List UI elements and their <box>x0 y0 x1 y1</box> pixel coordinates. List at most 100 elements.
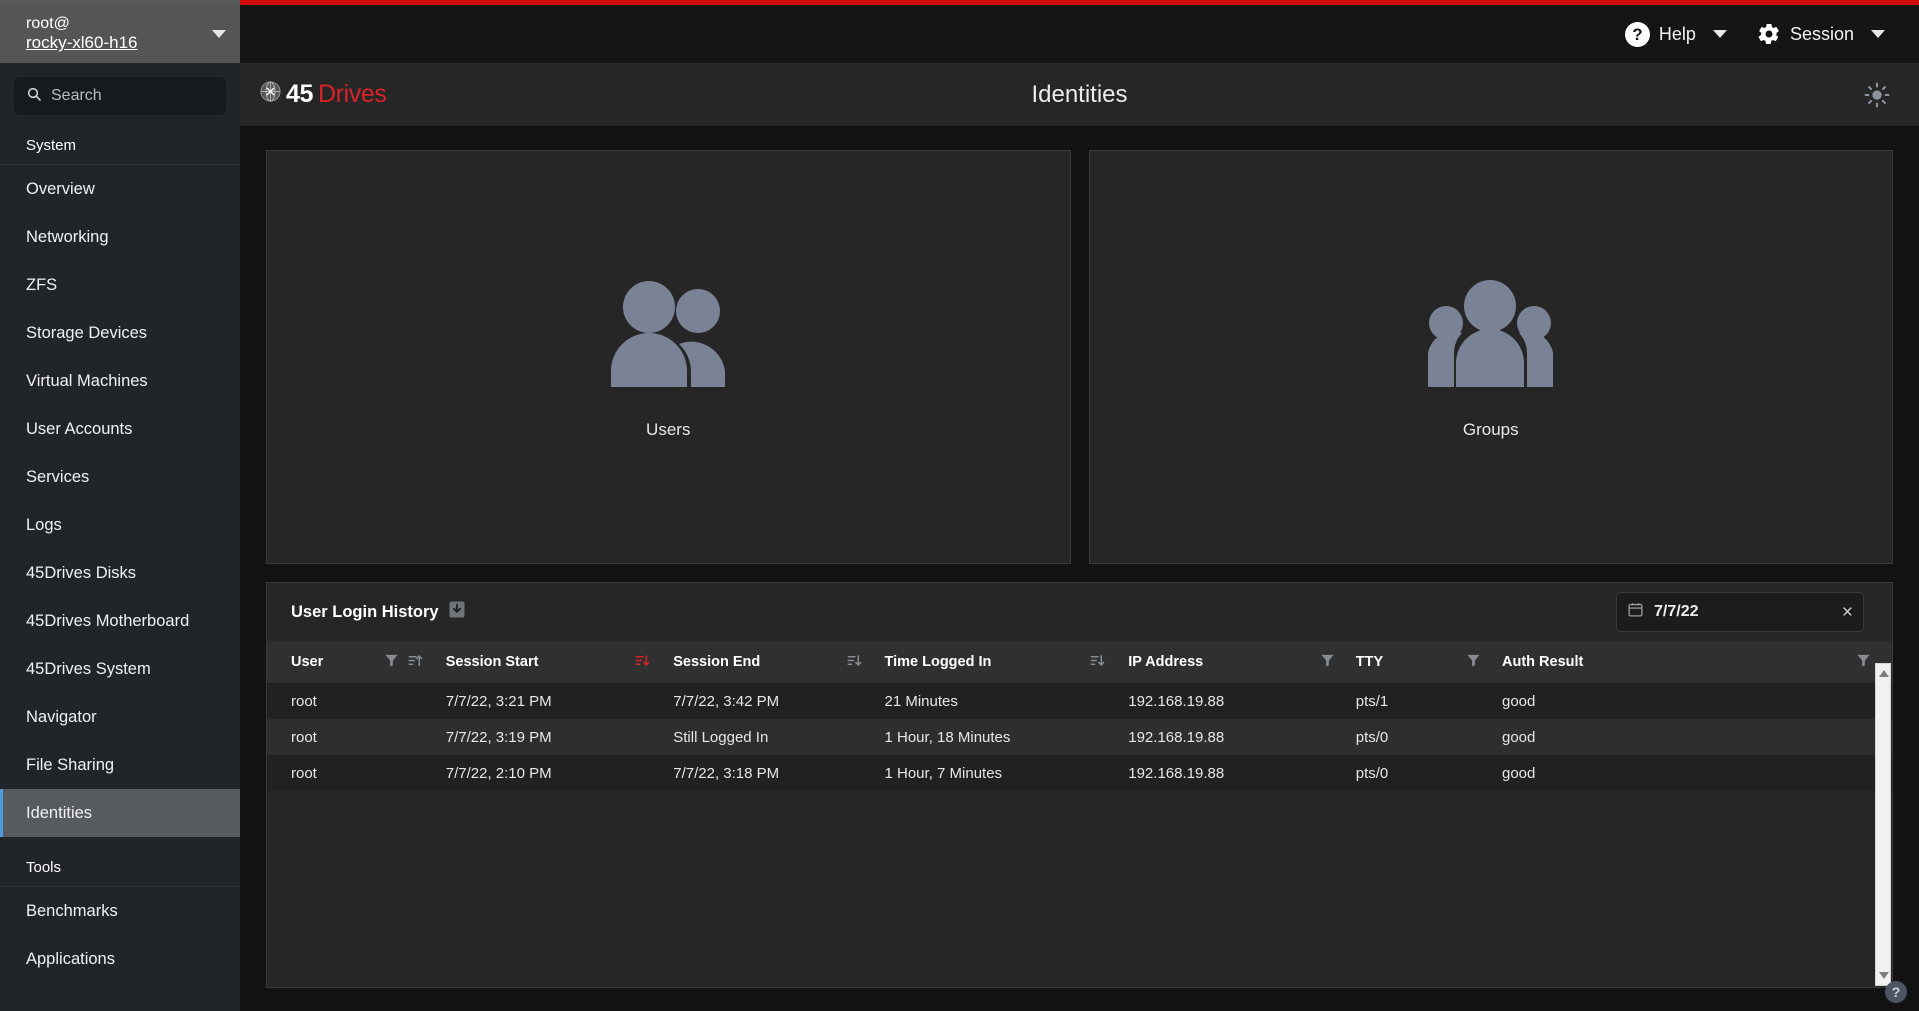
column-header-icons <box>635 653 651 672</box>
cell-session-start: 7/7/22, 3:19 PM <box>445 728 552 746</box>
page-title: Identities <box>1031 80 1128 108</box>
clear-date-filter-icon[interactable]: × <box>1842 603 1853 622</box>
logo-mark-icon <box>260 80 281 109</box>
column-header-session-start[interactable]: Session Start <box>445 641 674 683</box>
column-header-label: Time Logged In <box>884 654 992 670</box>
sidebar-item-storage-devices[interactable]: Storage Devices <box>0 309 240 357</box>
column-header-label: Auth Result <box>1502 654 1584 670</box>
panel-header: User Login History 7/7/22 × <box>267 583 1892 641</box>
cell-time-logged-in: 1 Hour, 7 Minutes <box>884 764 1003 782</box>
sidebar-item-45drives-motherboard[interactable]: 45Drives Motherboard <box>0 597 240 645</box>
sidebar-item-label: 45Drives System <box>26 659 151 678</box>
users-card[interactable]: Users <box>266 150 1071 564</box>
sort-asc-icon[interactable] <box>408 653 424 672</box>
sidebar-item-identities[interactable]: Identities <box>0 789 240 837</box>
sidebar-item-user-accounts[interactable]: User Accounts <box>0 405 240 453</box>
table-header-row: User Session Start Session End Time Logged … <box>267 641 1892 683</box>
host-hostname: rocky-xl60-h16 <box>26 33 138 53</box>
filter-icon[interactable] <box>1857 653 1870 671</box>
cell-auth: good <box>1502 764 1536 782</box>
help-label: Help <box>1658 23 1696 44</box>
cell-tty: pts/1 <box>1355 692 1389 710</box>
cell-session-end: 7/7/22, 3:42 PM <box>673 692 780 710</box>
table-row[interactable]: root 7/7/22, 2:10 PM 7/7/22, 3:18 PM 1 Hour… <box>267 755 1892 791</box>
calendar-icon <box>1627 601 1644 623</box>
sidebar-item-services[interactable]: Services <box>0 453 240 501</box>
cell-tty: pts/0 <box>1355 764 1389 782</box>
column-header-tty[interactable]: TTY <box>1355 641 1502 683</box>
sidebar-item-zfs[interactable]: ZFS <box>0 261 240 309</box>
sidebar-item-label: Benchmarks <box>26 901 118 920</box>
cell-tty: pts/0 <box>1355 728 1389 746</box>
sidebar-item-networking[interactable]: Networking <box>0 213 240 261</box>
sort-desc-icon[interactable] <box>847 653 863 672</box>
column-header-auth-result[interactable]: Auth Result <box>1502 641 1892 683</box>
table-row[interactable]: root 7/7/22, 3:21 PM 7/7/22, 3:42 PM 21 Min… <box>267 683 1892 719</box>
column-header-icons <box>1090 653 1106 672</box>
column-header-icons <box>847 653 863 672</box>
column-header-label: Session End <box>673 654 761 670</box>
sidebar-item-logs[interactable]: Logs <box>0 501 240 549</box>
download-icon[interactable] <box>449 601 465 623</box>
sidebar-item-file-sharing[interactable]: File Sharing <box>0 741 240 789</box>
sidebar-item-virtual-machines[interactable]: Virtual Machines <box>0 357 240 405</box>
column-header-icons <box>1321 653 1334 671</box>
column-header-inner: Auth Result <box>1502 653 1878 671</box>
filter-icon[interactable] <box>385 653 398 671</box>
corner-help-button[interactable]: ? <box>1885 981 1907 1003</box>
column-header-icons <box>1467 653 1480 671</box>
theme-toggle-sun-icon[interactable] <box>1863 81 1891 109</box>
sidebar-item-label: ZFS <box>26 275 58 294</box>
brand-primary: 45 <box>286 80 314 108</box>
help-icon: ? <box>1624 21 1650 47</box>
table-scrollbar[interactable] <box>1875 663 1891 986</box>
filter-icon[interactable] <box>1467 653 1480 671</box>
cell-session-start: 7/7/22, 2:10 PM <box>445 764 552 782</box>
scroll-up-arrow-icon[interactable] <box>1879 670 1889 677</box>
sidebar-item-benchmarks[interactable]: Benchmarks <box>0 887 240 935</box>
cell-user: root <box>291 692 317 710</box>
column-header-inner: Session Start <box>446 653 660 672</box>
session-menu[interactable]: Session <box>1757 22 1885 46</box>
search-input[interactable]: Search <box>14 77 226 115</box>
cell-session-start: 7/7/22, 3:21 PM <box>445 692 552 710</box>
date-filter-value: 7/7/22 <box>1654 603 1699 620</box>
column-header-inner: Time Logged In <box>885 653 1115 672</box>
cell-session-end: Still Logged In <box>673 728 769 746</box>
sidebar-item-45drives-disks[interactable]: 45Drives Disks <box>0 549 240 597</box>
column-header-inner: TTY <box>1356 653 1488 671</box>
date-filter-input[interactable]: 7/7/22 × <box>1616 592 1864 632</box>
sidebar-item-45drives-system[interactable]: 45Drives System <box>0 645 240 693</box>
chevron-down-icon <box>212 30 226 38</box>
sort-desc-icon[interactable] <box>635 653 651 672</box>
sort-desc-icon[interactable] <box>1090 653 1106 672</box>
chevron-down-icon <box>1712 30 1727 38</box>
cell-auth: good <box>1502 728 1536 746</box>
help-menu[interactable]: ? Help <box>1624 21 1727 47</box>
scroll-down-arrow-icon[interactable] <box>1879 972 1889 979</box>
sidebar-search-wrap: Search <box>0 63 240 115</box>
host-selector[interactable]: root@ rocky-xl60-h16 <box>0 5 240 63</box>
column-header-inner: IP Address <box>1128 653 1342 671</box>
column-header-inner: User <box>291 653 432 672</box>
cell-time-logged-in: 1 Hour, 18 Minutes <box>884 728 1011 746</box>
sidebar-item-label: Services <box>26 467 90 486</box>
table-body: root 7/7/22, 3:21 PM 7/7/22, 3:42 PM 21 Min… <box>267 683 1892 791</box>
sidebar-item-label: Identities <box>26 803 93 822</box>
column-header-time-logged-in[interactable]: Time Logged In <box>884 641 1129 683</box>
filter-icon[interactable] <box>1321 653 1334 671</box>
sidebar-item-navigator[interactable]: Navigator <box>0 693 240 741</box>
column-header-session-end[interactable]: Session End <box>673 641 885 683</box>
main-content: 45 Drives Identities Users Groups User L… <box>240 63 1919 1011</box>
sidebar-item-label: Applications <box>26 949 115 968</box>
search-icon <box>26 86 42 107</box>
groups-card[interactable]: Groups <box>1088 150 1893 564</box>
sidebar-item-overview[interactable]: Overview <box>0 165 240 213</box>
table-head: User Session Start Session End Time Logged … <box>267 641 1892 683</box>
sidebar: Search System Overview Networking ZFS Storag… <box>0 63 240 1011</box>
column-header-user[interactable]: User <box>267 641 446 683</box>
column-header-ip-address[interactable]: IP Address <box>1128 641 1356 683</box>
cell-ip: 192.168.19.88 <box>1128 728 1225 746</box>
table-row[interactable]: root 7/7/22, 3:19 PM Still Logged In 1 Hour… <box>267 719 1892 755</box>
sidebar-item-applications[interactable]: Applications <box>0 935 240 983</box>
